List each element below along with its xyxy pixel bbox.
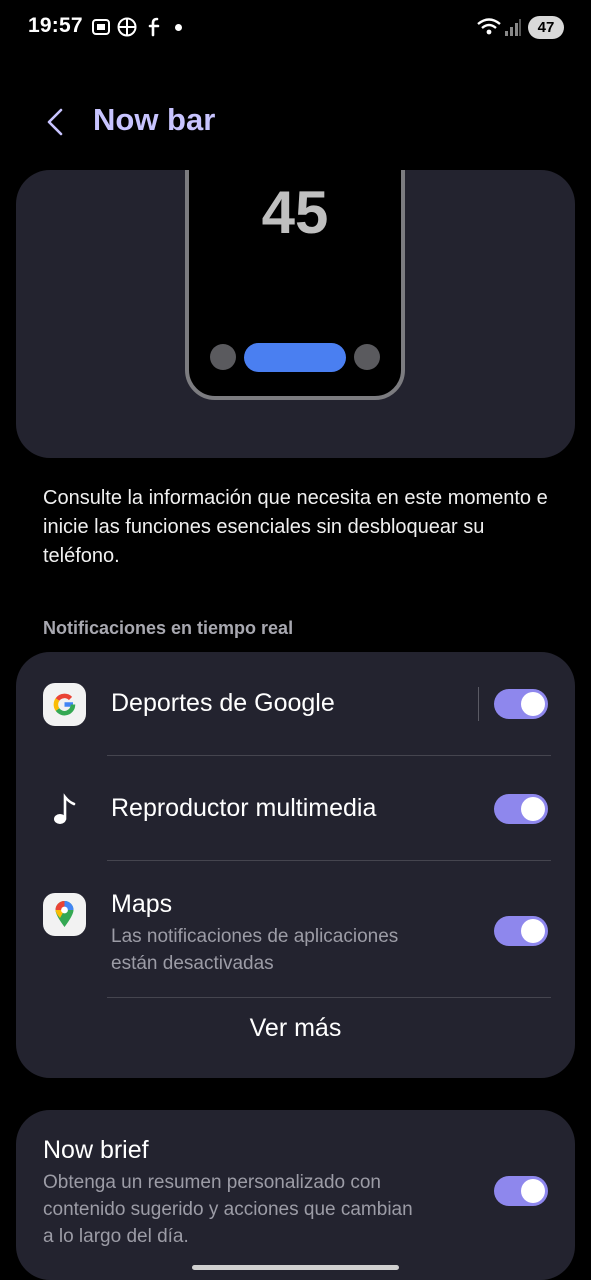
page-title: Now bar (93, 102, 216, 137)
chevron-left-icon (47, 108, 63, 136)
realtime-notifications-list: Deportes de Google Reproductor multimedi… (16, 652, 575, 1078)
toggle-knob (521, 1179, 545, 1203)
list-item-google-sports[interactable]: Deportes de Google (16, 652, 575, 756)
google-icon (43, 683, 86, 726)
google-maps-icon (43, 893, 86, 936)
toggle-knob (521, 797, 545, 821)
back-button[interactable] (36, 102, 76, 142)
section-label: Notificaciones en tiempo real (43, 618, 294, 638)
list-item-title: Reproductor multimedia (111, 794, 377, 822)
list-item-subtitle: Las notificaciones de aplicaciones están… (111, 926, 399, 974)
list-item-media-player[interactable]: Reproductor multimedia (16, 756, 575, 861)
wifi-icon (476, 16, 502, 38)
feature-description: Consulte la información que necesita en … (43, 487, 548, 567)
signal-icon (504, 16, 522, 38)
basketball-icon (116, 16, 138, 38)
nowbar-pill (244, 343, 346, 372)
list-item-title: Deportes de Google (111, 689, 335, 717)
nowbar-dot-right (354, 344, 380, 370)
phone-illustration: 45 (185, 170, 405, 400)
maps-toggle[interactable] (494, 916, 548, 946)
now-brief-title: Now brief (43, 1136, 149, 1164)
see-more-button[interactable]: Ver más (16, 1014, 575, 1043)
now-brief-description: Obtenga un resumen personalizado con con… (43, 1172, 413, 1247)
row-vertical-divider (478, 687, 479, 721)
nowbar-dot-left (210, 344, 236, 370)
google-sports-toggle[interactable] (494, 689, 548, 719)
status-bar: 19:57 47 (0, 0, 591, 56)
now-brief-card[interactable]: Now brief Obtenga un resumen personaliza… (16, 1110, 575, 1280)
facebook-icon (144, 16, 166, 38)
battery-indicator: 47 (528, 16, 564, 39)
media-player-toggle[interactable] (494, 794, 548, 824)
music-note-icon (43, 788, 86, 831)
status-time: 19:57 (28, 14, 83, 37)
preview-clock: 45 (261, 179, 329, 246)
now-bar-preview: 45 (16, 170, 575, 458)
divider (107, 997, 551, 998)
now-brief-toggle[interactable] (494, 1176, 548, 1206)
toggle-knob (521, 692, 545, 716)
home-indicator[interactable] (192, 1265, 399, 1270)
list-item-title: Maps (111, 890, 173, 918)
screenshot-icon (90, 16, 112, 38)
toggle-knob (521, 919, 545, 943)
list-item-maps[interactable]: Maps Las notificaciones de aplicaciones … (16, 861, 575, 997)
header: Now bar (0, 90, 591, 154)
notification-dot (175, 24, 182, 31)
